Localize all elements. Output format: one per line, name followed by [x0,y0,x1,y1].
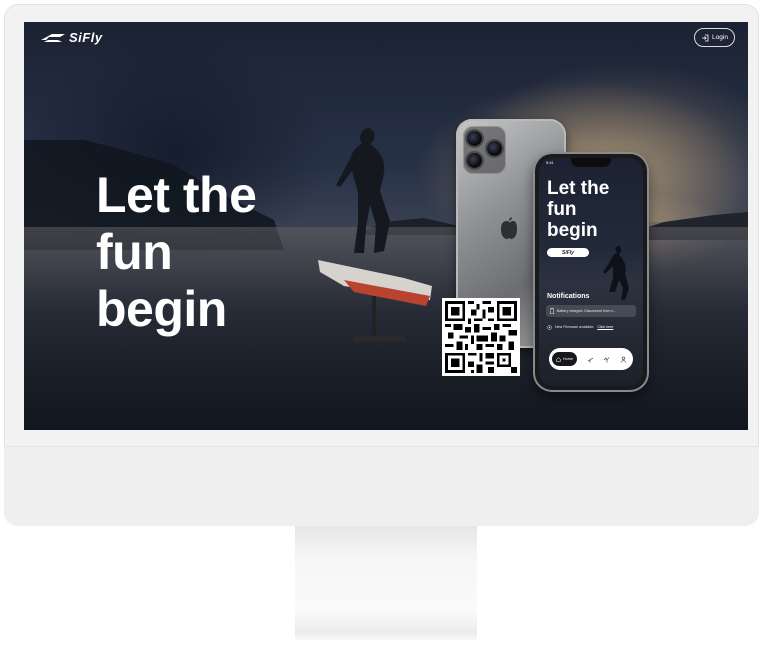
website-screen: SiFly Login Let the fun begin 9:41 Let t… [24,22,748,430]
hero-line-2: fun [96,224,173,280]
app-hero-title: Let the fun begin [547,178,609,241]
camera-lens [467,153,482,168]
home-icon [556,356,561,362]
brand-name: SiFly [69,30,103,45]
status-time: 9:41 [546,160,554,165]
qr-code-pattern [445,301,517,373]
apple-icon [501,217,517,239]
qr-code [442,298,520,376]
brand-logo[interactable]: SiFly [40,30,103,45]
hero-title: Let the fun begin [96,167,336,338]
app-hero-line-3: begin [547,220,598,241]
app-hero-line-2: fun [547,199,577,220]
notification-battery[interactable]: Battery charged. Disconnect from c... [546,305,636,317]
firmware-icon [547,324,552,330]
imac-stand-foot [295,630,477,640]
app-screen: 9:41 Let the fun begin SiFly Notificatio… [539,158,643,386]
app-rider-image [603,246,629,300]
camera-lens [467,131,482,146]
login-button[interactable]: Login [694,28,735,47]
hero-line-3: begin [96,281,227,337]
tab-home-label: Home [562,357,574,361]
phone-front-image: 9:41 Let the fun begin SiFly Notificatio… [535,154,647,390]
notification-battery-text: Battery charged. Disconnect from c... [557,309,617,313]
app-hero-line-1: Let the [547,178,610,199]
firmware-link[interactable]: Click here [597,325,613,329]
stats-icon[interactable] [603,356,610,363]
app-brand-badge: SiFly [547,248,589,257]
phone-notch [571,158,611,167]
sifly-wing-icon [41,33,65,42]
login-icon [702,34,709,41]
camera-lens [487,141,502,156]
battery-icon [550,308,554,314]
tab-home[interactable]: Home [552,352,577,366]
camera-module [463,126,506,174]
profile-icon[interactable] [620,356,627,363]
login-label: Login [712,34,728,41]
notification-firmware-text: New Firmware available. [555,325,595,329]
imac-stand [295,526,477,630]
notifications-title: Notifications [547,293,590,300]
foil-icon[interactable] [587,356,594,363]
imac-chin [4,446,759,526]
app-tab-bar: Home [549,348,633,370]
notification-firmware: New Firmware available. Click here [547,322,637,332]
hero-line-1: Let the [96,167,257,223]
